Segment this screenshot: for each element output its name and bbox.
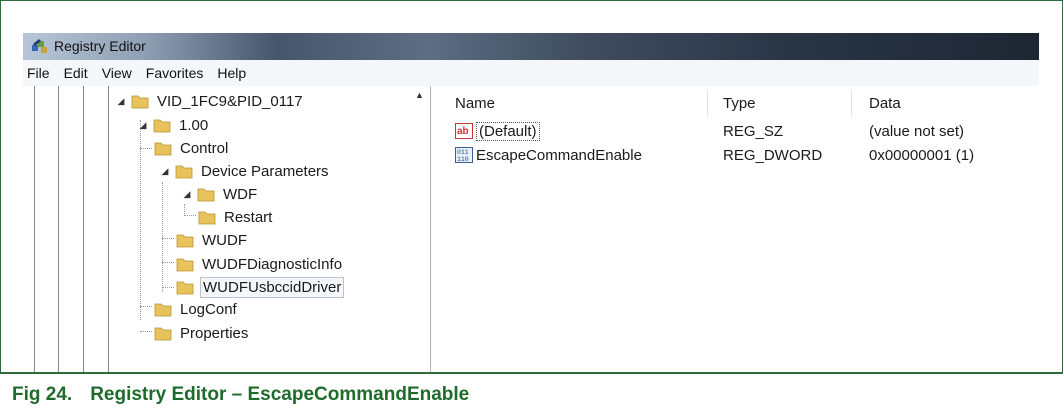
figure-rule [0,372,1063,374]
column-separator[interactable] [851,90,852,116]
collapse-icon[interactable]: ◢ [138,120,148,130]
folder-icon [198,211,216,225]
tree-node-1-00[interactable]: ◢ 1.00 [138,114,210,136]
folder-icon [176,258,194,272]
value-name-cell: 011 110 EscapeCommandEnable [455,143,642,167]
tree-node-restart[interactable]: Restart [198,206,274,228]
figure-title: Registry Editor – EscapeCommandEnable [90,384,470,405]
svg-text:ab: ab [457,126,469,137]
tree-guide [140,331,152,332]
tree-node-logconf[interactable]: LogConf [154,298,239,320]
folder-icon [131,95,149,109]
tree-guide [184,215,196,216]
folder-icon [153,119,171,133]
folder-icon [176,281,194,295]
value-name: EscapeCommandEnable [476,146,642,164]
string-value-icon: ab [455,123,473,139]
tree-node-vid[interactable]: ◢ VID_1FC9&PID_0117 [116,90,305,112]
folder-icon [175,165,193,179]
tree-node-wudfusbccidriver[interactable]: WUDFUsbccidDriver [176,276,345,298]
figure-caption: Fig 24. Registry Editor – EscapeCommandEn… [12,384,469,406]
tree-ancestor-line [58,86,59,372]
key-tree-pane[interactable]: ▲ ◢ VID_1FC9&PID_0117 ◢ 1.00 Control ◢ D… [23,86,431,372]
column-header-data[interactable]: Data [865,90,1029,116]
menu-file[interactable]: File [23,60,57,86]
value-name-cell: ab (Default) [455,119,540,143]
column-header-name[interactable]: Name [451,90,705,116]
tree-ancestor-line [34,86,35,372]
tree-guide [140,148,152,149]
tree-node-wudf[interactable]: WUDF [176,229,249,251]
value-data: 0x00000001 (1) [869,146,975,164]
tree-guide [140,120,141,320]
window-title: Registry Editor [54,38,146,54]
tree-guide [162,238,174,239]
folder-icon [154,142,172,156]
tree-guide [162,262,174,263]
value-row[interactable]: 011 110 EscapeCommandEnable REG_DWORD 0x… [431,143,1039,167]
svg-text:110: 110 [457,156,469,163]
tree-node-wudfdiagnosticinfo[interactable]: WUDFDiagnosticInfo [176,253,344,275]
menu-help[interactable]: Help [210,60,253,86]
menu-bar: File Edit View Favorites Help [23,60,1039,87]
window-titlebar[interactable]: Registry Editor [23,33,1039,60]
tree-scroll-up-arrow[interactable]: ▲ [415,90,424,100]
tree-guide [140,306,152,307]
tree-node-device-parameters[interactable]: ◢ Device Parameters [138,160,331,182]
binary-value-icon: 011 110 [455,147,473,163]
value-type: REG_SZ [723,122,784,140]
window-client: ▲ ◢ VID_1FC9&PID_0117 ◢ 1.00 Control ◢ D… [23,86,1039,372]
collapse-icon[interactable]: ◢ [160,166,170,176]
column-header-type[interactable]: Type [719,90,843,116]
folder-icon [154,327,172,341]
tree-ancestor-line [83,86,84,372]
value-name: (Default) [476,121,540,141]
folder-icon [176,234,194,248]
tree-node-properties[interactable]: Properties [154,322,250,344]
tree-ancestor-line [108,86,109,372]
value-data: (value not set) [869,122,965,140]
value-type: REG_DWORD [723,146,823,164]
column-separator[interactable] [707,90,708,116]
regedit-icon [32,39,47,53]
tree-guide [162,287,174,288]
menu-view[interactable]: View [95,60,139,86]
collapse-icon[interactable]: ◢ [116,96,126,106]
folder-icon [197,188,215,202]
tree-node-wdf[interactable]: ◢ WDF [182,183,259,205]
collapse-icon[interactable]: ◢ [182,189,192,199]
menu-favorites[interactable]: Favorites [139,60,211,86]
value-row[interactable]: ab (Default) REG_SZ (value not set) [431,119,1039,143]
menu-edit[interactable]: Edit [57,60,95,86]
tree-node-control[interactable]: Control [154,137,230,159]
tree-guide [162,182,163,292]
svg-text:011: 011 [457,149,469,156]
figure-number: Fig 24. [12,384,73,405]
values-list-pane[interactable]: Name Type Data ab (Default) REG_SZ (valu… [431,86,1039,372]
folder-icon [154,303,172,317]
